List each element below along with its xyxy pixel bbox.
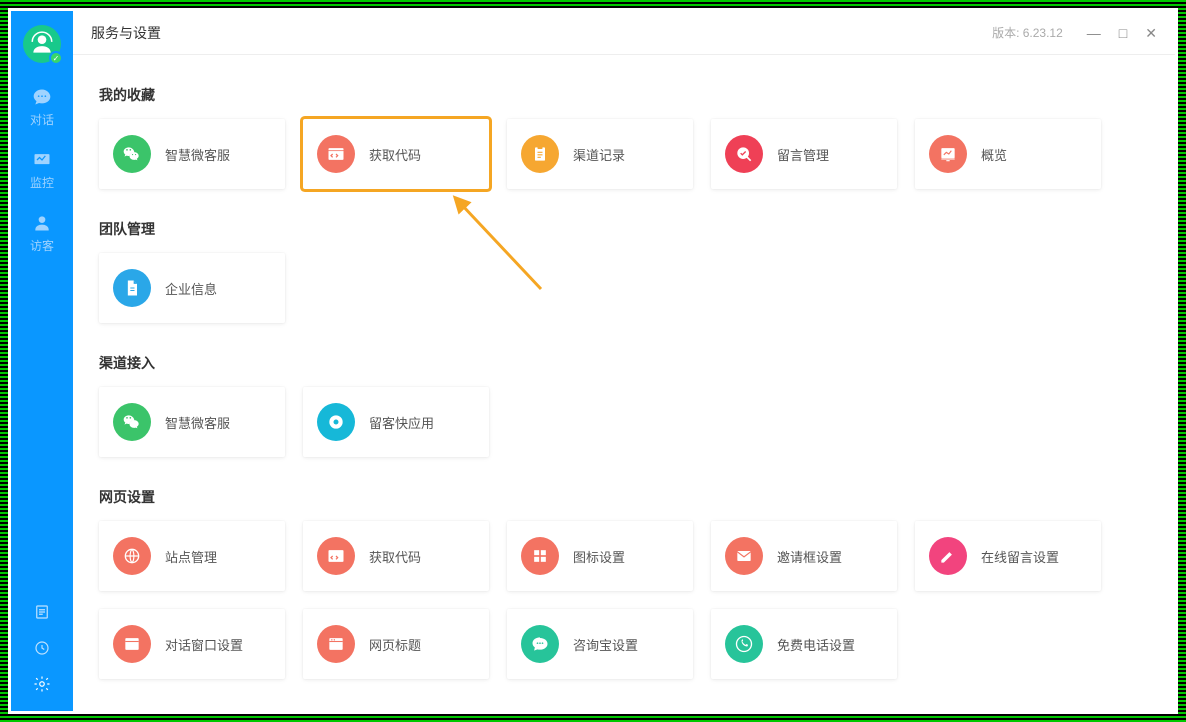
card-site-manage[interactable]: 站点管理 <box>99 521 285 591</box>
card-label: 图标设置 <box>573 547 625 566</box>
channel-row: 智慧微客服 留客快应用 <box>99 387 1149 457</box>
web-row: 站点管理 获取代码 图标设置 邀请框设置 在线留言设置 <box>99 521 1149 679</box>
card-label: 留言管理 <box>777 145 829 164</box>
card-icon-settings[interactable]: 图标设置 <box>507 521 693 591</box>
card-label: 网页标题 <box>369 635 421 654</box>
team-row: 企业信息 <box>99 253 1149 323</box>
section-team-title: 团队管理 <box>99 219 1149 239</box>
section-channel-title: 渠道接入 <box>99 353 1149 373</box>
chat-icon <box>32 87 52 107</box>
status-badge: ✓ <box>49 51 63 65</box>
minimize-button[interactable]: — <box>1087 26 1101 40</box>
card-label: 企业信息 <box>165 279 217 298</box>
card-liuke-app[interactable]: 留客快应用 <box>303 387 489 457</box>
card-smart-wechat2[interactable]: 智慧微客服 <box>99 387 285 457</box>
card-label: 获取代码 <box>369 547 421 566</box>
wechat-icon <box>113 403 151 441</box>
card-label: 概览 <box>981 145 1007 164</box>
gear-icon[interactable] <box>33 675 51 693</box>
doc-icon <box>113 269 151 307</box>
nav-visitor-label: 访客 <box>30 237 54 254</box>
card-page-title-settings[interactable]: 网页标题 <box>303 609 489 679</box>
card-label: 在线留言设置 <box>981 547 1059 566</box>
mail-icon <box>725 537 763 575</box>
window-controls: — □ ✕ <box>1087 26 1157 40</box>
app-icon <box>317 403 355 441</box>
card-label: 智慧微客服 <box>165 413 230 432</box>
card-invite-settings[interactable]: 邀请框设置 <box>711 521 897 591</box>
card-label: 智慧微客服 <box>165 145 230 164</box>
close-button[interactable]: ✕ <box>1145 26 1157 40</box>
card-label: 渠道记录 <box>573 145 625 164</box>
section-dialog-title: 对话设置 <box>99 709 1149 711</box>
overview-icon <box>929 135 967 173</box>
favorites-row: 智慧微客服 获取代码 渠道记录 留言管理 概览 <box>99 119 1149 189</box>
sidebar: ✓ 对话 监控 访客 <box>11 11 73 711</box>
clipboard-icon <box>521 135 559 173</box>
card-zixunbao-settings[interactable]: 咨询宝设置 <box>507 609 693 679</box>
nav-chat[interactable]: 对话 <box>11 79 73 136</box>
app-window: ✓ 对话 监控 访客 服务与设置 版本: 6.23.12 — □ ✕ <box>11 11 1175 711</box>
card-label: 对话窗口设置 <box>165 635 243 654</box>
card-smart-wechat[interactable]: 智慧微客服 <box>99 119 285 189</box>
grid-icon <box>521 537 559 575</box>
nav-visitor[interactable]: 访客 <box>11 205 73 262</box>
card-label: 咨询宝设置 <box>573 635 638 654</box>
titlebar: 服务与设置 版本: 6.23.12 — □ ✕ <box>73 11 1175 55</box>
card-get-code2[interactable]: 获取代码 <box>303 521 489 591</box>
card-chat-window-settings[interactable]: 对话窗口设置 <box>99 609 285 679</box>
globe-icon <box>113 537 151 575</box>
card-label: 站点管理 <box>165 547 217 566</box>
nav-monitor[interactable]: 监控 <box>11 142 73 199</box>
content: 我的收藏 智慧微客服 获取代码 渠道记录 留言管理 <box>73 55 1175 711</box>
card-message-manage[interactable]: 留言管理 <box>711 119 897 189</box>
code-icon <box>317 135 355 173</box>
pencil-icon <box>929 537 967 575</box>
card-channel-record[interactable]: 渠道记录 <box>507 119 693 189</box>
notes-icon[interactable] <box>33 603 51 621</box>
window-icon <box>113 625 151 663</box>
version-label: 版本: 6.23.12 <box>992 24 1063 41</box>
card-label: 获取代码 <box>369 145 421 164</box>
card-free-phone-settings[interactable]: 免费电话设置 <box>711 609 897 679</box>
nav-chat-label: 对话 <box>30 111 54 128</box>
phone-icon <box>725 625 763 663</box>
avatar[interactable]: ✓ <box>23 25 61 63</box>
card-label: 免费电话设置 <box>777 635 855 654</box>
nav-monitor-label: 监控 <box>30 174 54 191</box>
clock-icon[interactable] <box>33 639 51 657</box>
card-get-code[interactable]: 获取代码 <box>303 119 489 189</box>
page-title: 服务与设置 <box>91 23 161 43</box>
edit-icon <box>725 135 763 173</box>
card-online-msg-settings[interactable]: 在线留言设置 <box>915 521 1101 591</box>
section-web-title: 网页设置 <box>99 487 1149 507</box>
main-panel: 服务与设置 版本: 6.23.12 — □ ✕ 我的收藏 智慧微客服 获取代码 <box>73 11 1175 711</box>
visitor-icon <box>32 213 52 233</box>
chat-bubble-icon <box>521 625 559 663</box>
monitor-icon <box>32 150 52 170</box>
card-label: 邀请框设置 <box>777 547 842 566</box>
code-icon <box>317 537 355 575</box>
card-company-info[interactable]: 企业信息 <box>99 253 285 323</box>
wechat-icon <box>113 135 151 173</box>
title-icon <box>317 625 355 663</box>
section-favorites-title: 我的收藏 <box>99 85 1149 105</box>
card-overview[interactable]: 概览 <box>915 119 1101 189</box>
card-label: 留客快应用 <box>369 413 434 432</box>
maximize-button[interactable]: □ <box>1119 26 1127 40</box>
